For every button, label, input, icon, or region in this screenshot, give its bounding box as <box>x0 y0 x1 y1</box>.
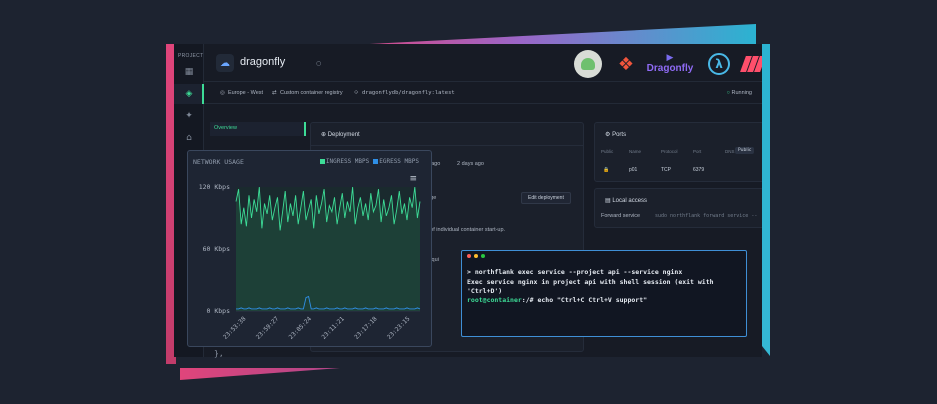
home-icon[interactable]: ⌂ <box>183 132 195 144</box>
integration-logo-circle <box>574 50 602 78</box>
runner-icon[interactable]: ✦ <box>183 110 195 122</box>
forward-service-label: Forward service <box>601 213 641 219</box>
ports-header-port: Port <box>693 149 702 154</box>
public-pill[interactable]: Public <box>735 147 755 154</box>
x-tick-label: 23:05:24 <box>288 315 314 341</box>
layers-icon[interactable]: ◈ <box>183 88 195 100</box>
y-tick-label: 60 Kbps <box>203 245 230 253</box>
decorative-stripe-bottom <box>180 368 340 380</box>
network-chart: 120 Kbps 60 Kbps 0 Kbps23:53:38 23:59:27 23:… <box>199 183 421 341</box>
stripes-logo <box>738 50 762 78</box>
ports-header-name: Name <box>629 149 642 154</box>
ports-header-public: Public <box>601 149 614 154</box>
lock-icon: 🔒 <box>603 167 610 173</box>
x-tick-label: 23:11:21 <box>320 315 346 341</box>
registry-label: Custom container registry <box>280 90 343 96</box>
terminal-line-2: Exec service nginx in project api with s… <box>467 278 714 286</box>
region-label: Europe - West <box>228 90 264 96</box>
port-protocol: TCP <box>661 167 671 173</box>
ports-header-protocol: Protocol <box>661 149 678 154</box>
status-dot-icon: ○ <box>316 60 322 67</box>
y-tick-label: 120 Kbps <box>199 183 230 191</box>
region-icon: ◎ <box>220 90 225 96</box>
integration-logo-diamond: ❖ <box>617 53 635 75</box>
cloud-icon: ☁ <box>216 54 234 72</box>
terminal-command: :/# echo "Ctrl+C Ctrl+V support" <box>521 296 648 304</box>
local-access-panel: ▤ Local access Forward service sudo nort… <box>594 188 762 228</box>
image-label: dragonflydb/dragonfly:latest <box>362 90 455 96</box>
startup-text: me of individual container start-up. <box>421 227 506 233</box>
x-tick-label: 23:53:38 <box>222 315 248 341</box>
dragonfly-wordmark: Dragonfly <box>646 62 694 74</box>
close-dot-icon[interactable] <box>467 254 471 258</box>
deployment-icon: ⊕ <box>321 132 327 138</box>
dragonfly-mark-icon: ▶ <box>666 52 674 63</box>
ports-icon: ⚙ <box>605 132 611 138</box>
ports-title: ⚙ Ports <box>605 132 627 138</box>
ports-panel: ⚙ Ports Public Name Protocol Port DNS Pu… <box>594 122 762 182</box>
divider <box>311 145 583 146</box>
decorative-stripe-top <box>330 24 756 46</box>
x-tick-label: 23:17:18 <box>353 315 379 341</box>
local-access-icon: ▤ <box>605 198 611 204</box>
registry-icon: ⇄ <box>272 90 277 96</box>
image-icon: ⟐ <box>354 90 359 96</box>
y-tick-label: 0 Kbps <box>207 307 231 315</box>
local-access-title: ▤ Local access <box>605 198 648 204</box>
minimize-dot-icon[interactable] <box>474 254 478 258</box>
network-usage-card: NETWORK USAGE INGRESS MBPS EGRESS MBPS ≡… <box>187 150 432 347</box>
terminal-window[interactable]: > northflank exec service --project api … <box>461 250 747 337</box>
rail-section-label: PROJECT <box>178 53 204 59</box>
window-controls <box>467 254 485 258</box>
maximize-dot-icon[interactable] <box>481 254 485 258</box>
ports-header-dns: DNS <box>725 149 735 154</box>
port-name: p01 <box>629 167 638 173</box>
running-icon: ○ <box>726 90 730 96</box>
service-info-bar: ◎ Europe - West ⇄ Custom container regis… <box>204 82 762 104</box>
project-name[interactable]: dragonfly <box>240 56 285 68</box>
terminal-line-3: 'Ctrl+D') <box>467 287 503 295</box>
header: ☁ dragonfly ○ ❖ ▶ Dragonfly λ <box>204 44 762 82</box>
grid-icon[interactable]: ▦ <box>183 66 195 78</box>
background-code-fragment: }, <box>214 349 224 358</box>
terminal-line-1: > northflank exec service --project api … <box>467 268 683 276</box>
deployment-title: ⊕ Deployment <box>321 132 360 138</box>
x-tick-label: 23:59:27 <box>255 315 281 341</box>
terminal-line-4: root@container:/# echo "Ctrl+C Ctrl+V su… <box>467 296 647 304</box>
edit-deployment-button[interactable]: Edit deployment <box>521 192 571 204</box>
dragonfly-logo: ▶ Dragonfly <box>642 50 698 78</box>
tab-overview[interactable]: Overview <box>210 122 306 136</box>
forward-command[interactable]: sudo northflank forward service -- <box>655 213 757 219</box>
updated-time: 2 days ago <box>457 161 484 167</box>
terminal-prompt: root@container <box>467 296 522 304</box>
service-tabs: Overview <box>210 122 306 136</box>
status-badge: ○ Running <box>726 90 752 96</box>
lambda-logo: λ <box>708 53 730 75</box>
port-number: 6379 <box>693 167 705 173</box>
x-tick-label: 23:23:15 <box>386 315 412 341</box>
